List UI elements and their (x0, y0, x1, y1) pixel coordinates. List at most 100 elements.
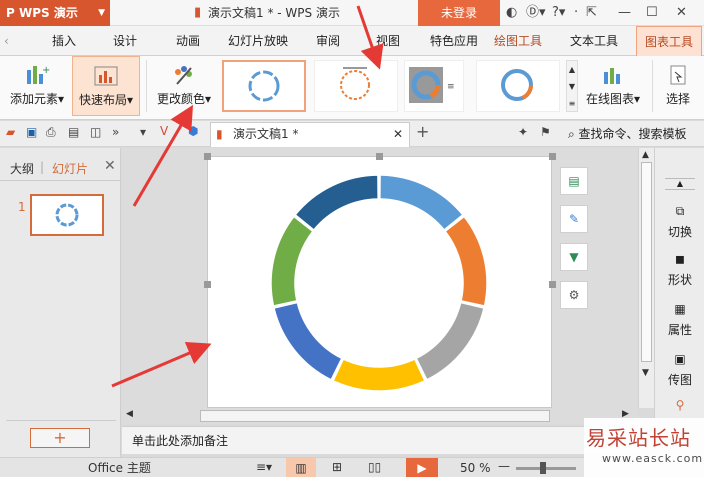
online-chart-button[interactable]: 在线图表▾ (582, 56, 644, 116)
donut-segment[interactable] (273, 301, 343, 381)
add-slide-button[interactable]: + (30, 428, 90, 448)
donut-segment[interactable] (444, 215, 488, 307)
slide-thumbnail-1[interactable] (30, 194, 104, 236)
help-icon[interactable]: ?▾ (552, 0, 565, 26)
donut-segment[interactable] (415, 301, 485, 381)
slide-number: 1 (18, 200, 26, 214)
add-element-label: 添加元素 (9, 92, 58, 106)
normal-view-icon[interactable]: ▥ (286, 458, 316, 477)
chart-style-3[interactable]: ≡ (404, 60, 464, 112)
customize-toolbar-icon[interactable]: ▾ (140, 125, 146, 139)
print-icon[interactable]: ▤ (68, 125, 79, 139)
notes-area[interactable]: 单击此处添加备注 (122, 426, 642, 454)
scroll-thumb[interactable] (641, 162, 652, 362)
tabs-scroll-left-icon[interactable]: ‹ (4, 26, 9, 56)
location-icon[interactable]: ⚲ (655, 398, 704, 412)
tab-drawing-tools[interactable]: 绘图工具 (494, 26, 542, 56)
new-tab-icon[interactable]: + (416, 122, 429, 141)
filter-icon: ▼ (569, 250, 579, 264)
cloud-doc-icon[interactable]: ⬢ (188, 124, 198, 138)
feedback-icon[interactable]: Ⓓ▾ (526, 0, 546, 26)
reading-view-icon[interactable]: ▯▯ (368, 460, 381, 474)
zoom-out-icon[interactable]: — (498, 459, 510, 473)
donut-thumbnail (248, 70, 280, 102)
close-panel-icon[interactable]: ✕ (104, 158, 116, 174)
tab-animation[interactable]: 动画 (176, 26, 200, 56)
switch-item[interactable]: ⧉ 切换 (655, 204, 704, 240)
add-element-icon: + (27, 65, 50, 84)
chart-style-1[interactable] (222, 60, 306, 112)
chevron-down-icon: ▾ (204, 92, 212, 106)
tab-insert[interactable]: 插入 (52, 26, 76, 56)
slides-tab[interactable]: 幻灯片 (52, 160, 88, 177)
tab-chart-tools[interactable]: 图表工具 (636, 26, 703, 56)
brush-icon: ✎ (568, 212, 580, 226)
zoom-slider-thumb[interactable] (540, 462, 546, 474)
donut-segment[interactable] (270, 215, 314, 307)
pin-icon[interactable]: ✦ (518, 125, 528, 139)
app-menu-button[interactable]: P WPS 演示 ▼ (0, 0, 110, 26)
scroll-left-icon[interactable]: ◀ (126, 409, 133, 419)
donut-segment[interactable] (379, 174, 464, 232)
maximize-icon[interactable]: ☐ (646, 0, 658, 26)
save-icon[interactable]: ▣ (26, 125, 37, 139)
donut-segment[interactable] (332, 358, 426, 392)
outline-tab[interactable]: 大纲 (10, 160, 34, 177)
scroll-thumb[interactable] (200, 410, 550, 422)
chart-style-tool[interactable]: ✎ (560, 205, 588, 233)
gallery-scroll[interactable]: ▲ ▼ ≡ (566, 60, 578, 112)
properties-item[interactable]: ▦ 属性 (655, 302, 704, 338)
export-pdf-icon[interactable]: ⎙ (46, 125, 56, 140)
login-button[interactable]: 未登录 (418, 0, 500, 26)
slide-sorter-icon[interactable]: ⊞ (332, 460, 342, 474)
site-watermark: 易采站长站 www.easck.com (584, 418, 704, 477)
slide-1[interactable]: ▤ ✎ ▼ ⚙ (204, 153, 588, 409)
ribbon-divider (146, 60, 147, 112)
chevron-down-icon: ▾ (57, 92, 65, 106)
fullscreen-icon[interactable]: ⇱ (586, 0, 597, 26)
donut-segment[interactable] (294, 174, 379, 232)
switch-icon: ⧉ (675, 204, 685, 218)
skin-icon[interactable]: ◐ (506, 0, 517, 26)
scroll-up-icon[interactable]: ▲ (642, 150, 649, 160)
scroll-down-icon[interactable]: ▼ (642, 368, 649, 378)
document-tab[interactable]: ▮ 演示文稿1 * ✕ (210, 122, 410, 147)
open-folder-icon[interactable]: ▰ (6, 125, 15, 139)
tab-special[interactable]: 特色应用 (430, 26, 478, 56)
notes-toggle-icon[interactable]: ≡▾ (256, 460, 272, 474)
play-slideshow-icon[interactable]: ▶ (406, 458, 438, 477)
chart-settings-tool[interactable]: ⚙ (560, 281, 588, 309)
close-icon[interactable]: ✕ (676, 0, 687, 26)
add-element-button[interactable]: + 添加元素▾ (6, 56, 68, 116)
change-color-button[interactable]: 更改颜色▾ (152, 56, 216, 116)
search-commands[interactable]: ⌕ 查找命令、搜索模板 (568, 121, 687, 147)
share-icon[interactable]: ⚑ (540, 125, 551, 139)
close-tab-icon[interactable]: ✕ (393, 123, 403, 146)
more-icon[interactable]: · (574, 0, 578, 26)
donut-chart[interactable] (208, 157, 553, 409)
shape-item[interactable]: ◼ 形状 (655, 252, 704, 288)
more-commands-icon[interactable]: » (112, 125, 119, 139)
collapse-pane-icon[interactable]: ▲ (665, 178, 695, 190)
chart-elements-tool[interactable]: ▤ (560, 167, 588, 195)
vertical-scrollbar[interactable]: ▲ ▼ (638, 148, 654, 408)
minimize-icon[interactable]: — (618, 0, 631, 26)
document-tab-label: 演示文稿1 * (233, 127, 299, 141)
chart-style-4[interactable] (476, 60, 560, 112)
tab-view[interactable]: 视图 (376, 26, 400, 56)
tab-review[interactable]: 审阅 (316, 26, 340, 56)
quick-layout-button[interactable]: 快速布局▾ (72, 56, 140, 116)
upload-image-item[interactable]: ▣ 传图 (655, 352, 704, 388)
wps-home-icon[interactable]: V (160, 124, 168, 138)
select-button[interactable]: 选择 (658, 56, 698, 116)
tab-design[interactable]: 设计 (113, 26, 137, 56)
horizontal-scrollbar[interactable]: ◀ ▶ (122, 408, 638, 424)
tab-text-tools[interactable]: 文本工具 (570, 26, 618, 56)
print-preview-icon[interactable]: ◫ (90, 125, 101, 139)
layout-icon: ▤ (568, 174, 580, 188)
tab-slideshow[interactable]: 幻灯片放映 (228, 26, 288, 56)
zoom-slider[interactable] (516, 467, 576, 470)
chart-filter-tool[interactable]: ▼ (560, 243, 588, 271)
chart-style-2[interactable] (314, 60, 398, 112)
mini-donut (55, 203, 79, 227)
